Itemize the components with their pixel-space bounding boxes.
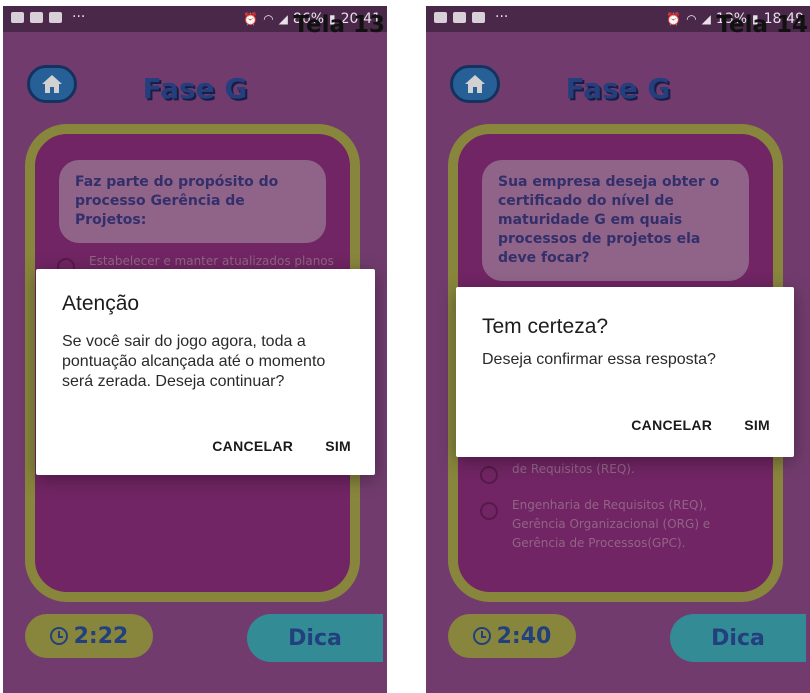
dialog-actions: CANCELAR SIM bbox=[212, 438, 351, 454]
gallery-notification-icon bbox=[11, 11, 24, 23]
answer-confirm-dialog: Tem certeza? Deseja confirmar essa respo… bbox=[456, 287, 794, 457]
usb-notification-icon bbox=[453, 11, 466, 23]
confirm-button[interactable]: SIM bbox=[325, 438, 351, 454]
wifi-icon: ◠ bbox=[686, 12, 697, 26]
screen-label: Tela 13 bbox=[293, 12, 385, 38]
more-notifications-icon: ··· bbox=[495, 9, 509, 25]
alarm-icon: ⏰ bbox=[243, 12, 259, 26]
timer: 2:22 bbox=[25, 614, 153, 658]
more-notifications-icon: ··· bbox=[72, 9, 86, 25]
mail-notification-icon bbox=[49, 11, 62, 23]
confirm-button[interactable]: SIM bbox=[744, 417, 770, 433]
dialog-message: Se você sair do jogo agora, toda a pontu… bbox=[62, 333, 326, 390]
option-text: Engenharia de Requisitos (REQ), Gerência… bbox=[512, 498, 711, 550]
clock-icon bbox=[49, 627, 68, 645]
signal-icon: ◢ bbox=[701, 12, 711, 26]
exit-confirm-dialog: Atenção Se você sair do jogo agora, toda… bbox=[36, 269, 375, 475]
phone-screen-left: ··· ⏰ ◠ ◢ 86% ▮ 20:41 Tela 13 Fase G Faz… bbox=[3, 6, 387, 693]
gallery-notification-icon bbox=[434, 11, 447, 23]
cancel-button[interactable]: CANCELAR bbox=[212, 438, 293, 454]
whatsapp-notification-icon bbox=[472, 11, 485, 23]
timer: 2:40 bbox=[448, 614, 576, 658]
app-notification-icon bbox=[30, 11, 43, 23]
answer-option[interactable]: Engenharia de Requisitos (REQ), Gerência… bbox=[480, 496, 759, 553]
dialog-message: Deseja confirmar essa resposta? bbox=[482, 351, 716, 368]
dialog-title: Atenção bbox=[62, 292, 140, 315]
answer-option[interactable]: de Requisitos (REQ). bbox=[480, 460, 759, 484]
timer-value: 2:40 bbox=[496, 623, 552, 649]
question-text: Sua empresa deseja obter o certificado d… bbox=[482, 160, 749, 281]
phone-screen-right: ··· ⏰ ◠ ◢ 13% ▮ 18:49 Tela 14 Fase G Sua… bbox=[426, 6, 810, 693]
hint-button[interactable]: Dica bbox=[670, 614, 806, 662]
alarm-icon: ⏰ bbox=[666, 12, 682, 26]
radio-button[interactable] bbox=[480, 466, 498, 484]
screen-label: Tela 14 bbox=[716, 12, 808, 38]
clock-icon bbox=[472, 627, 491, 645]
phase-title: Fase G bbox=[142, 72, 248, 105]
phase-title: Fase G bbox=[565, 72, 671, 105]
option-text: de Requisitos (REQ). bbox=[512, 462, 635, 476]
signal-icon: ◢ bbox=[278, 12, 288, 26]
timer-value: 2:22 bbox=[73, 623, 129, 649]
radio-button[interactable] bbox=[480, 502, 498, 520]
cancel-button[interactable]: CANCELAR bbox=[631, 417, 712, 433]
dialog-title: Tem certeza? bbox=[482, 315, 609, 338]
question-text: Faz parte do propósito do processo Gerên… bbox=[59, 160, 326, 243]
wifi-icon: ◠ bbox=[263, 12, 274, 26]
hint-button[interactable]: Dica bbox=[247, 614, 383, 662]
dialog-actions: CANCELAR SIM bbox=[631, 417, 770, 433]
